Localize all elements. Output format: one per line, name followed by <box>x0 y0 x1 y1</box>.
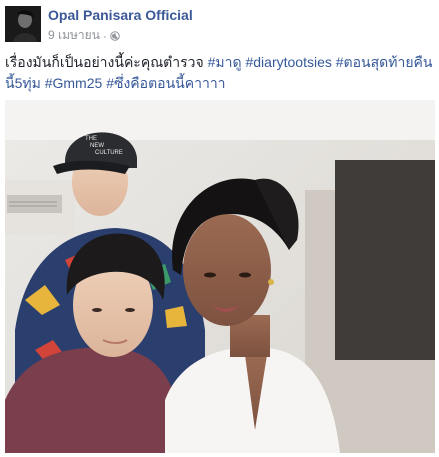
hashtag-link[interactable]: #Gmm25 <box>45 75 103 91</box>
author-name-link[interactable]: Opal Panisara Official <box>48 7 193 23</box>
facebook-post: Opal Panisara Official 9 เมษายน · เรื่อง… <box>0 0 439 457</box>
meta-separator: · <box>102 28 107 43</box>
post-text-plain: เรื่องมันก็เป็นอย่างนี้ค่ะคุณตำรวจ <box>5 54 204 70</box>
globe-icon[interactable] <box>110 30 120 41</box>
hashtag-link[interactable]: #มาดู <box>208 54 242 70</box>
hashtag-link[interactable]: #diarytootsies <box>245 54 331 70</box>
post-photo[interactable]: THE NEW CULTURE <box>5 100 435 453</box>
cap-text: NEW <box>90 143 104 149</box>
post-date-link[interactable]: 9 เมษายน <box>48 26 100 45</box>
post-meta: 9 เมษายน · <box>48 26 120 45</box>
avatar[interactable] <box>5 6 41 42</box>
cap-text: THE <box>85 136 97 142</box>
post-message: เรื่องมันก็เป็นอย่างนี้ค่ะคุณตำรวจ #มาดู… <box>5 52 433 94</box>
hashtag-link[interactable]: #ซึ่งคือตอนนี้คาาาา <box>106 75 225 91</box>
cap-text: CULTURE <box>95 150 123 156</box>
